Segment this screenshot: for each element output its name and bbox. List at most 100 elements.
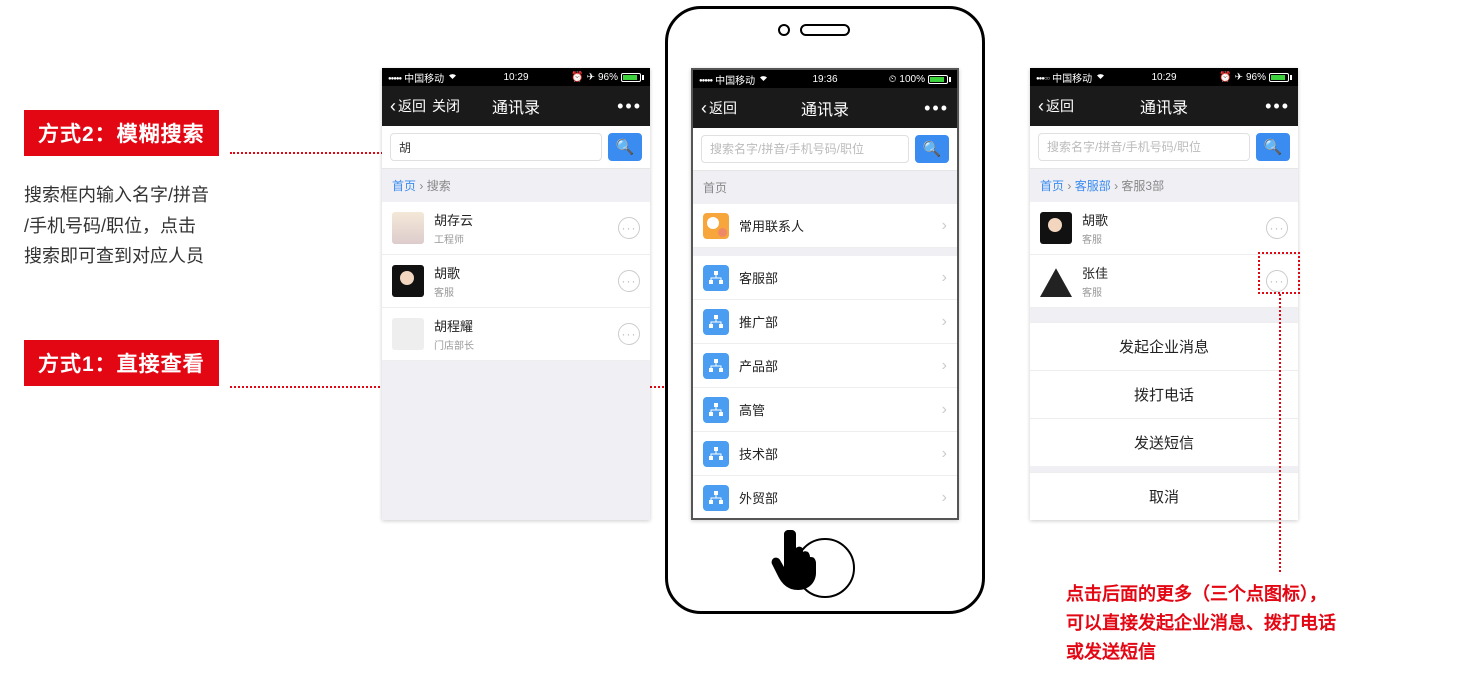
search-bar: 🔍 — [1030, 126, 1298, 169]
more-icon[interactable]: ··· — [618, 270, 640, 292]
annotation-method2-label: 方式2：模糊搜索 — [24, 110, 219, 156]
dept-icon — [703, 441, 729, 467]
nav-title: 通讯录 — [382, 94, 650, 118]
signal-icon: ●●●●● — [699, 74, 712, 85]
wifi-icon — [447, 71, 458, 83]
carrier-label: 中国移动 — [404, 70, 444, 85]
breadcrumb: 首页 › 搜索 — [382, 169, 650, 202]
screen-actionsheet: ●●●○○ 中国移动 10:29 ⏰ ✈ 96% ‹ 返回 通讯录 ••• 🔍 … — [1030, 68, 1298, 520]
search-button[interactable]: 🔍 — [915, 135, 949, 163]
status-bar: ●●●●● 中国移动 19:36 ⏲ 100% — [693, 70, 957, 88]
more-icon[interactable]: ··· — [618, 323, 640, 345]
action-sheet: 发起企业消息 拨打电话 发送短信 取消 — [1030, 322, 1298, 520]
search-icon: 🔍 — [923, 140, 942, 158]
list-item-dept[interactable]: 产品部 › — [693, 344, 957, 388]
avatar — [392, 212, 424, 244]
nav-bar: ‹ 返回 通讯录 ••• — [1030, 86, 1298, 126]
dept-icon — [703, 309, 729, 335]
list-item-dept[interactable]: 外贸部 › — [693, 476, 957, 520]
list-item[interactable]: 胡歌客服 ··· — [382, 255, 650, 308]
search-button[interactable]: 🔍 — [1256, 133, 1290, 161]
avatar — [392, 265, 424, 297]
signal-icon: ●●●○○ — [1036, 72, 1049, 83]
chevron-right-icon: › — [942, 269, 947, 287]
favorites-icon — [703, 213, 729, 239]
crumb-search: 搜索 — [427, 179, 451, 193]
wifi-icon — [1095, 71, 1106, 83]
more-icon[interactable]: ··· — [1266, 217, 1288, 239]
dept-icon — [703, 397, 729, 423]
crumb-dept1[interactable]: 客服部 — [1075, 179, 1111, 193]
more-button[interactable]: ••• — [617, 96, 642, 117]
alarm-icon: ⏰ — [571, 72, 583, 83]
chevron-right-icon: › — [942, 489, 947, 507]
sheet-option-sms[interactable]: 发送短信 — [1030, 418, 1298, 466]
dept-icon — [703, 485, 729, 511]
chevron-right-icon: › — [942, 445, 947, 463]
nav-title: 通讯录 — [1030, 94, 1298, 118]
chevron-right-icon: › — [942, 217, 947, 235]
list-item-dept[interactable]: 高管 › — [693, 388, 957, 432]
avatar — [1040, 212, 1072, 244]
search-input[interactable] — [1038, 133, 1250, 161]
carrier-label: 中国移动 — [715, 72, 755, 87]
signal-icon: ●●●●● — [388, 72, 401, 83]
list-item[interactable]: 胡存云工程师 ··· — [382, 202, 650, 255]
search-bar: 🔍 — [693, 128, 957, 171]
alarm-icon: ⏲ — [889, 74, 897, 85]
chevron-right-icon: › — [942, 401, 947, 419]
more-button[interactable]: ••• — [1265, 96, 1290, 117]
breadcrumb: 首页 — [693, 171, 957, 204]
list-item[interactable]: 胡程耀门店部长 ··· — [382, 308, 650, 361]
list-item-dept[interactable]: 技术部 › — [693, 432, 957, 476]
list-item-dept[interactable]: 推广部 › — [693, 300, 957, 344]
dept-icon — [703, 353, 729, 379]
search-icon: 🔍 — [1264, 138, 1283, 156]
annotation-more-desc: 点击后面的更多（三个点图标）， 可以直接发起企业消息、拨打电话 或发送短信 — [1066, 580, 1336, 666]
annotation-method1-label: 方式1：直接查看 — [24, 340, 219, 386]
search-button[interactable]: 🔍 — [608, 133, 642, 161]
result-list: 胡存云工程师 ··· 胡歌客服 ··· 胡程耀门店部长 ··· — [382, 202, 650, 361]
search-input[interactable] — [701, 135, 909, 163]
battery-label: 100% — [899, 74, 925, 85]
crumb-home[interactable]: 首页 — [392, 179, 416, 193]
screen-search: ●●●●● 中国移动 10:29 ⏰ ✈ 96% ‹ 返回 关闭 通讯录 •••… — [382, 68, 650, 520]
breadcrumb: 首页 › 客服部 › 客服3部 — [1030, 169, 1298, 202]
sheet-option-call[interactable]: 拨打电话 — [1030, 370, 1298, 418]
battery-icon — [928, 75, 951, 84]
dept-list: 常用联系人 › 客服部 › 推广部 › 产品部 › 高管 › 技术部 › — [693, 204, 957, 520]
nav-title: 通讯录 — [693, 96, 957, 120]
status-bar: ●●●●● 中国移动 10:29 ⏰ ✈ 96% — [382, 68, 650, 86]
nav-bar: ‹ 返回 关闭 通讯录 ••• — [382, 86, 650, 126]
crumb-dept2: 客服3部 — [1121, 179, 1164, 193]
status-bar: ●●●○○ 中国移动 10:29 ⏰ ✈ 96% — [1030, 68, 1298, 86]
chevron-right-icon: › — [942, 313, 947, 331]
battery-icon — [1269, 73, 1292, 82]
battery-label: 96% — [1246, 72, 1266, 83]
list-item-favorites[interactable]: 常用联系人 › — [693, 204, 957, 248]
search-icon: 🔍 — [616, 138, 635, 156]
sheet-option-message[interactable]: 发起企业消息 — [1030, 322, 1298, 370]
search-input[interactable] — [390, 133, 602, 161]
search-bar: 🔍 — [382, 126, 650, 169]
wifi-icon — [758, 73, 769, 85]
connector-more — [1279, 294, 1281, 572]
carrier-label: 中国移动 — [1052, 70, 1092, 85]
nav-bar: ‹ 返回 通讯录 ••• — [693, 88, 957, 128]
chevron-right-icon: › — [942, 357, 947, 375]
crumb-home[interactable]: 首页 — [1040, 179, 1064, 193]
battery-label: 96% — [598, 72, 618, 83]
dept-icon — [703, 265, 729, 291]
screen-directory: ●●●●● 中国移动 19:36 ⏲ 100% ‹ 返回 通讯录 ••• 🔍 首… — [691, 68, 959, 520]
annotation-method2-desc: 搜索框内输入名字/拼音 /手机号码/职位，点击 搜索即可查到对应人员 — [24, 180, 209, 272]
sheet-cancel[interactable]: 取消 — [1030, 472, 1298, 520]
more-icon[interactable]: ··· — [618, 217, 640, 239]
hand-cursor-icon — [768, 522, 828, 592]
more-button[interactable]: ••• — [924, 98, 949, 119]
list-item-dept[interactable]: 客服部 › — [693, 256, 957, 300]
list-item[interactable]: 胡歌客服 ··· — [1030, 202, 1298, 255]
crumb-home[interactable]: 首页 — [703, 181, 727, 195]
phone-camera — [778, 24, 790, 36]
avatar — [392, 318, 424, 350]
avatar — [1040, 265, 1072, 297]
